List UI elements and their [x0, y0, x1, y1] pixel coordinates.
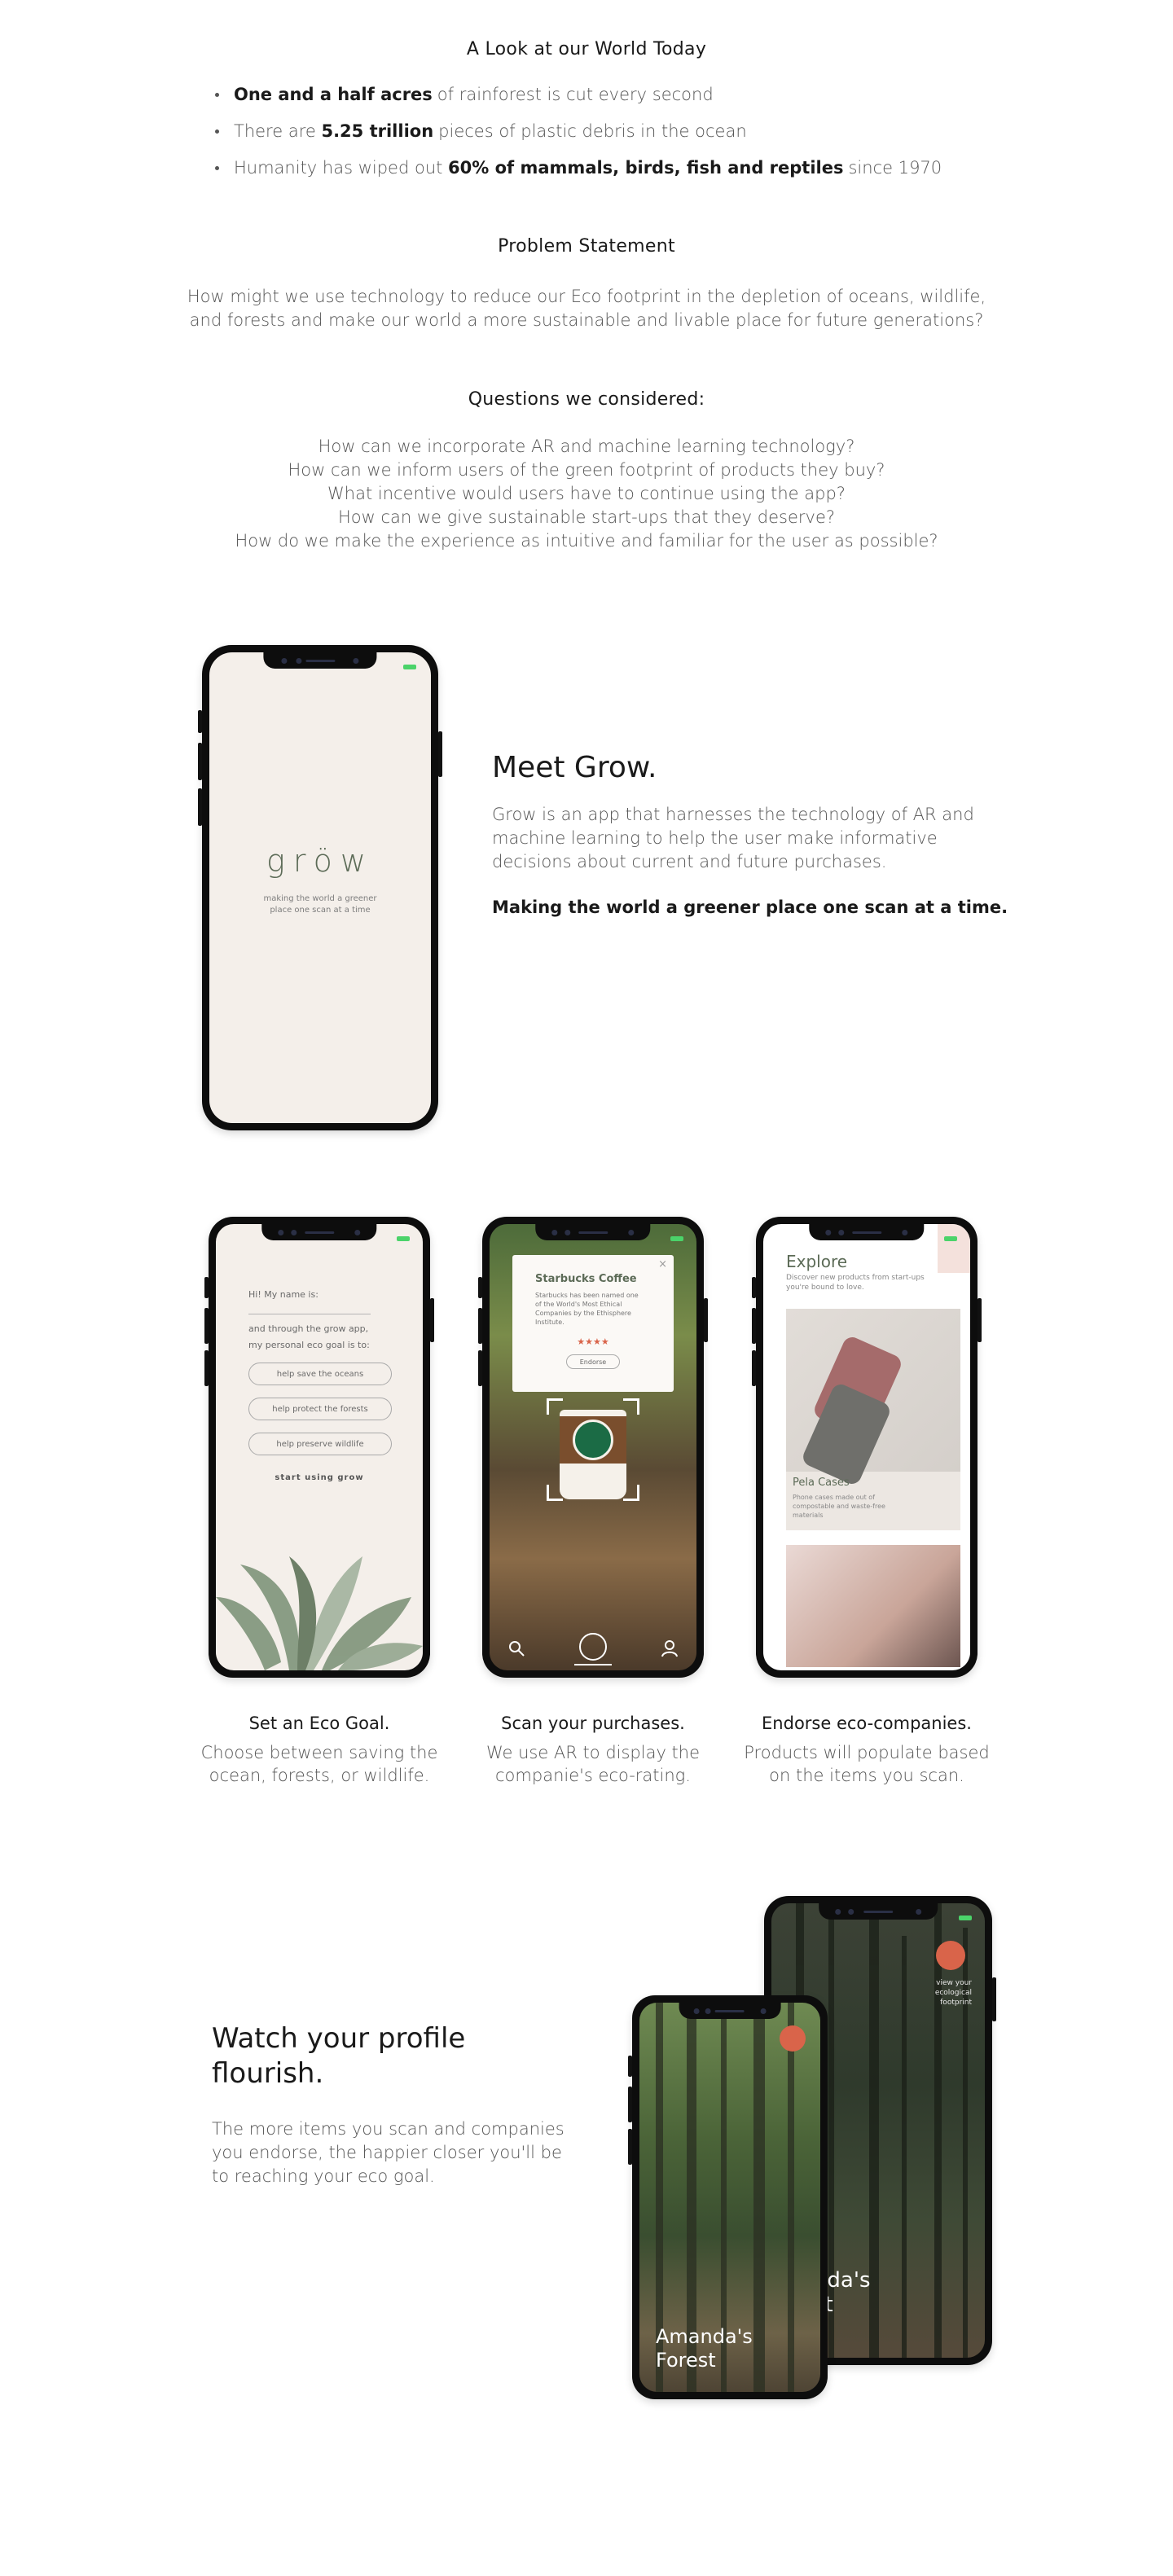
splash-tagline: making the world a greener place one sca…: [209, 893, 431, 916]
leaf-illustration: [216, 1556, 423, 1670]
footprint-button[interactable]: [936, 1941, 965, 1970]
close-icon[interactable]: ×: [658, 1258, 667, 1270]
fact-text: There are: [234, 121, 322, 141]
question-item: How can we inform users of the green foo…: [288, 460, 885, 480]
feature-body: Choose between saving the ocean, forests…: [200, 1743, 438, 1785]
product-card[interactable]: Pela Cases Phone cases made out of compo…: [786, 1309, 960, 1530]
fact-item: One and a half acres of rainforest is cut…: [212, 85, 1026, 104]
feature-body: Products will populate based on the item…: [744, 1743, 990, 1785]
rating-stars: ★★★★: [577, 1336, 609, 1347]
meet-line: machine learning to help the user make i…: [492, 828, 938, 848]
feature-body: We use AR to display the companie's eco-…: [485, 1743, 701, 1785]
feature-scan: Scan your purchases. We use AR to displa…: [455, 1714, 731, 1787]
problem-line: How might we use technology to reduce ou…: [187, 287, 986, 306]
feature-endorse: Endorse eco-companies. Products will pop…: [728, 1714, 1005, 1787]
fact-text: pieces of plastic debris in the ocean: [438, 121, 747, 141]
explore-subtitle: Discover new products from start-ups you…: [786, 1274, 925, 1292]
company-card: × Starbucks Coffee Starbucks has been na…: [512, 1255, 674, 1392]
question-item: How can we incorporate AR and machine le…: [318, 437, 855, 456]
accent-block: [938, 1224, 970, 1273]
problem-statement: How might we use technology to reduce ou…: [0, 285, 1173, 332]
phone-button: [198, 788, 202, 826]
meet-tagline: Making the world a greener place one sca…: [492, 897, 1008, 917]
goal-line: my personal eco goal is to:: [248, 1340, 370, 1350]
name-label: Hi! My name is:: [248, 1289, 319, 1300]
profile-icon[interactable]: [661, 1639, 679, 1657]
fact-item: There are 5.25 trillion pieces of plastic…: [212, 121, 1026, 141]
bullet-icon: [215, 165, 219, 170]
watch-title: Watch your profile flourish.: [212, 2022, 466, 2090]
start-button[interactable]: start using grow: [216, 1473, 423, 1482]
feature-goal: Set an Eco Goal. Choose between saving t…: [181, 1714, 458, 1787]
fact-text: since 1970: [848, 158, 942, 178]
starbucks-logo: [573, 1420, 613, 1460]
bullet-icon: [215, 129, 219, 134]
problem-heading: Problem Statement: [498, 236, 675, 257]
forest-phone-front: Amanda's Forest: [628, 1995, 828, 2399]
footprint-label: view your ecological footprint: [934, 1979, 972, 2007]
forest-screen-front: Amanda's Forest: [639, 2003, 820, 2392]
footprint-button[interactable]: [780, 2025, 806, 2052]
fact-text: of rainforest is cut every second: [437, 85, 714, 104]
explore-screen: Explore Discover new products from start…: [763, 1224, 970, 1670]
scan-phone: × Starbucks Coffee Starbucks has been na…: [478, 1217, 708, 1678]
goal-screen: Hi! My name is: and through the grow app…: [216, 1224, 423, 1670]
product-desc: Phone cases made out of compostable and …: [793, 1494, 885, 1519]
scan-button[interactable]: [579, 1633, 607, 1661]
fact-bold: One and a half acres: [234, 85, 433, 104]
scan-screen: × Starbucks Coffee Starbucks has been na…: [490, 1224, 696, 1670]
phone-button: [438, 731, 442, 777]
explore-title: Explore: [786, 1252, 848, 1271]
watch-body: The more items you scan and companies yo…: [212, 2119, 565, 2186]
world-heading: A Look at our World Today: [466, 39, 707, 59]
meet-title: Meet Grow.: [492, 751, 657, 784]
meet-line: decisions about current and future purch…: [492, 852, 887, 871]
tagline-line: making the world a greener: [263, 894, 377, 903]
feature-title: Scan your purchases.: [501, 1714, 685, 1733]
fact-bold: 5.25 trillion: [321, 121, 434, 141]
tagline-line: place one scan at a time: [270, 906, 371, 915]
battery-icon: [403, 665, 416, 669]
question-item: How can we give sustainable start-ups th…: [337, 507, 836, 527]
fact-text: Humanity has wiped out: [234, 158, 449, 178]
question-item: How do we make the experience as intuiti…: [235, 531, 938, 551]
goal-phone: Hi! My name is: and through the grow app…: [204, 1217, 434, 1678]
splash-phone: gröw making the world a greener place on…: [198, 645, 442, 1130]
product-card[interactable]: [786, 1545, 960, 1667]
questions-heading: Questions we considered:: [468, 389, 705, 410]
questions-list: How can we incorporate AR and machine le…: [0, 435, 1173, 553]
endorse-button[interactable]: Endorse: [566, 1354, 620, 1369]
goal-line: and through the grow app,: [248, 1323, 369, 1334]
meet-body: Grow is an app that harnesses the techno…: [492, 803, 974, 874]
fact-item: Humanity has wiped out 60% of mammals, b…: [212, 158, 1026, 178]
feature-title: Set an Eco Goal.: [248, 1714, 390, 1733]
problem-line: and forests and make our world a more su…: [189, 310, 984, 330]
save-oceans-button[interactable]: help save the oceans: [248, 1363, 392, 1385]
explore-phone: Explore Discover new products from start…: [752, 1217, 982, 1678]
search-icon[interactable]: [507, 1639, 525, 1657]
phone-button: [198, 743, 202, 780]
phone-notch: [263, 652, 377, 669]
phone-button: [198, 710, 202, 733]
scan-indicator: [574, 1664, 612, 1665]
meet-line: Grow is an app that harnesses the techno…: [492, 805, 974, 824]
bullet-icon: [215, 92, 219, 97]
preserve-wildlife-button[interactable]: help preserve wildlife: [248, 1433, 392, 1455]
feature-title: Endorse eco-companies.: [762, 1714, 972, 1733]
scan-frame: [623, 1398, 639, 1415]
protect-forests-button[interactable]: help protect the forests: [248, 1398, 392, 1420]
product-name: Pela Cases: [793, 1477, 850, 1489]
fact-bold: 60% of mammals, birds, fish and reptiles: [448, 158, 844, 178]
question-item: What incentive would users have to conti…: [327, 484, 846, 503]
splash-screen: gröw making the world a greener place on…: [209, 652, 431, 1123]
card-title: Starbucks Coffee: [535, 1273, 637, 1285]
grow-logo: gröw: [266, 843, 374, 879]
forest-title-front: Amanda's Forest: [656, 2325, 753, 2372]
card-body: Starbucks has been named one of the Worl…: [535, 1292, 639, 1326]
scan-frame: [547, 1485, 563, 1501]
facts-list: One and a half acres of rainforest is cut…: [212, 85, 1026, 195]
scan-frame: [547, 1398, 563, 1415]
scan-frame: [623, 1485, 639, 1501]
